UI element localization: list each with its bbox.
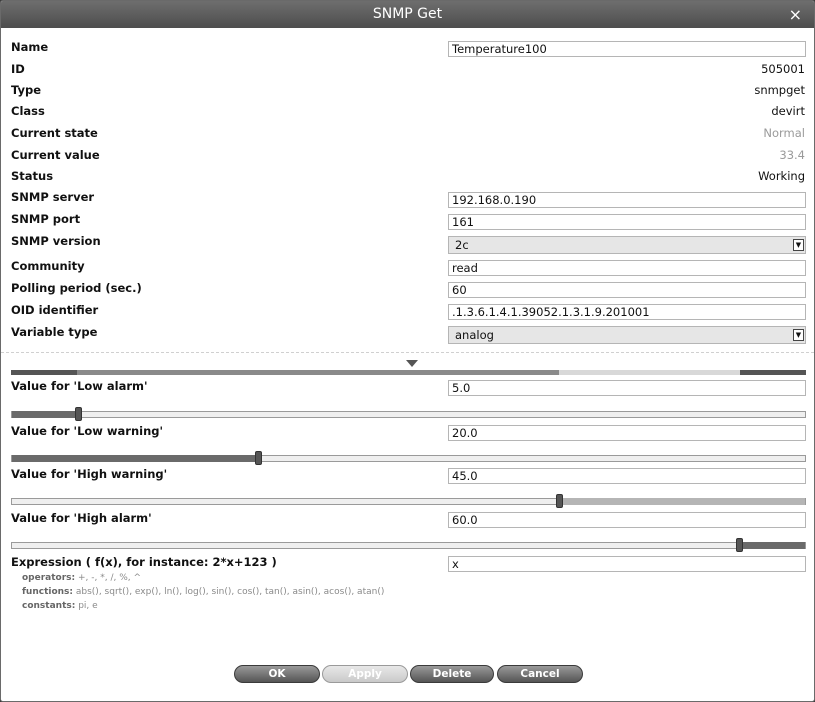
snmp-server-input[interactable] [448, 192, 806, 208]
variable-type-label: Variable type [11, 325, 98, 339]
snmp-version-value: 2c [455, 238, 469, 252]
warning-zone [77, 370, 559, 375]
operators-help: operators: +, -, *, /, %, ^ [22, 573, 141, 583]
high-warning-label: Value for 'High warning' [11, 467, 168, 481]
chevron-down-icon[interactable]: ▼ [793, 239, 804, 251]
operators-help-label: operators: [22, 573, 76, 583]
community-input[interactable] [448, 260, 806, 276]
low-warning-slider[interactable] [11, 451, 806, 465]
low-alarm-slider[interactable] [11, 407, 806, 421]
polling-period-input[interactable] [448, 282, 806, 298]
slider-fill [12, 455, 258, 462]
constants-help: constants: pi, e [22, 601, 98, 611]
snmp-port-label: SNMP port [11, 212, 81, 226]
class-value: devirt [771, 104, 805, 118]
class-label: Class [11, 104, 45, 118]
low-alarm-label: Value for 'Low alarm' [11, 379, 148, 393]
snmp-get-dialog: SNMP Get × Name ID 505001 Type snmpget C… [0, 0, 815, 702]
id-value: 505001 [761, 62, 805, 76]
functions-help: functions: abs(), sqrt(), exp(), ln(), l… [22, 587, 384, 597]
snmp-version-select[interactable]: 2c ▼ [448, 236, 806, 254]
current-state-value: Normal [763, 126, 805, 140]
name-input[interactable] [448, 41, 806, 57]
chevron-down-icon[interactable]: ▼ [793, 329, 804, 341]
ok-button[interactable]: OK [234, 665, 320, 683]
low-warning-input[interactable] [448, 425, 806, 441]
slider-handle[interactable] [255, 451, 262, 465]
low-alarm-input[interactable] [448, 380, 806, 396]
current-value-label: Current value [11, 148, 100, 162]
variable-type-value: analog [455, 328, 494, 342]
collapse-arrow-icon[interactable] [406, 360, 418, 367]
threshold-range-bar [11, 370, 806, 375]
slider-fill [559, 498, 805, 505]
low-warning-label: Value for 'Low warning' [11, 424, 164, 438]
delete-button[interactable]: Delete [410, 665, 494, 683]
functions-help-label: functions: [22, 587, 73, 597]
apply-button[interactable]: Apply [322, 665, 408, 683]
snmp-version-label: SNMP version [11, 234, 101, 248]
slider-handle[interactable] [556, 494, 563, 508]
slider-fill [12, 411, 78, 418]
high-warning-input[interactable] [448, 468, 806, 484]
current-value-value: 33.4 [779, 148, 805, 162]
title-bar: SNMP Get × [1, 1, 814, 28]
high-warning-slider[interactable] [11, 494, 806, 508]
snmp-port-input[interactable] [448, 214, 806, 230]
high-alarm-input[interactable] [448, 512, 806, 528]
constants-help-label: constants: [22, 601, 76, 611]
cancel-button[interactable]: Cancel [497, 665, 583, 683]
normal-zone [559, 370, 740, 375]
expression-label: Expression ( f(x), for instance: 2*x+123… [11, 555, 277, 569]
section-divider [1, 352, 814, 353]
high-alarm-label: Value for 'High alarm' [11, 511, 152, 525]
functions-help-text: abs(), sqrt(), exp(), ln(), log(), sin()… [75, 587, 385, 597]
current-state-label: Current state [11, 126, 98, 140]
low-alarm-zone [11, 370, 77, 375]
dialog-title: SNMP Get [372, 6, 443, 22]
variable-type-select[interactable]: analog ▼ [448, 326, 806, 344]
slider-handle[interactable] [736, 538, 743, 552]
high-alarm-slider[interactable] [11, 538, 806, 552]
status-value: Working [758, 169, 805, 183]
name-label: Name [11, 40, 49, 54]
id-label: ID [11, 62, 25, 76]
constants-help-text: pi, e [78, 601, 98, 611]
type-label: Type [11, 83, 42, 97]
status-label: Status [11, 169, 54, 183]
snmp-server-label: SNMP server [11, 190, 95, 204]
expression-input[interactable] [448, 556, 806, 572]
high-alarm-zone [740, 370, 806, 375]
type-value: snmpget [754, 83, 805, 97]
slider-handle[interactable] [75, 407, 82, 421]
slider-fill [739, 542, 805, 549]
polling-period-label: Polling period (sec.) [11, 281, 142, 295]
oid-label: OID identifier [11, 303, 99, 317]
community-label: Community [11, 259, 85, 273]
close-icon[interactable]: × [789, 1, 802, 28]
operators-help-text: +, -, *, /, %, ^ [78, 573, 142, 583]
oid-input[interactable] [448, 304, 806, 320]
